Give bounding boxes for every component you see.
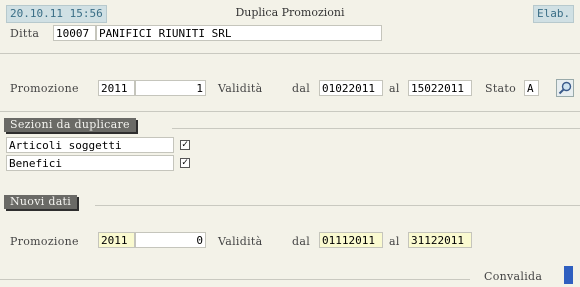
section-header-nuovi-dati: Nuovi dati [4, 195, 78, 209]
search-button[interactable] [556, 79, 574, 97]
convalida-button[interactable] [564, 266, 573, 284]
dal-label: dal [292, 82, 311, 95]
promozione-number-field[interactable]: 1 [135, 80, 206, 96]
nuovi-dal-date-field[interactable]: 01112011 [319, 232, 383, 248]
divider [0, 111, 580, 112]
ditta-name-field[interactable]: PANIFICI RIUNITI SRL [96, 25, 382, 41]
al-label: al [389, 82, 400, 95]
section-rule [95, 205, 580, 206]
page-title: Duplica Promozioni [235, 6, 345, 19]
nuovi-dal-label: dal [292, 235, 311, 248]
nuovi-number-field[interactable]: 0 [135, 232, 206, 248]
ditta-code-field[interactable]: 10007 [53, 25, 96, 41]
validita-label: Validità [218, 82, 263, 95]
dal-date-field[interactable]: 01022011 [319, 80, 383, 96]
list-item: Articoli soggetti [6, 137, 174, 153]
nuovi-validita-label: Validità [218, 235, 263, 248]
search-icon [558, 81, 572, 95]
ditta-label: Ditta [10, 27, 40, 40]
articoli-soggetti-checkbox[interactable]: ✓ [180, 140, 190, 150]
list-item: Benefici [6, 155, 174, 171]
convalida-label: Convalida [484, 270, 543, 283]
nuovi-promozione-label: Promozione [10, 235, 79, 248]
nuovi-year-field[interactable]: 2011 [98, 232, 135, 248]
al-date-field[interactable]: 15022011 [408, 80, 472, 96]
promozione-year-field[interactable]: 2011 [98, 80, 135, 96]
divider [0, 279, 470, 280]
promozione-label: Promozione [10, 82, 79, 95]
divider [0, 53, 580, 54]
benefici-checkbox[interactable]: ✓ [180, 158, 190, 168]
section-header-sezioni: Sezioni da duplicare [4, 118, 136, 132]
nuovi-al-date-field[interactable]: 31122011 [408, 232, 472, 248]
stato-field[interactable]: A [524, 80, 539, 96]
stato-label: Stato [485, 82, 517, 95]
section-rule [172, 128, 580, 129]
elab-button[interactable]: Elab. [533, 5, 575, 23]
nuovi-al-label: al [389, 235, 400, 248]
